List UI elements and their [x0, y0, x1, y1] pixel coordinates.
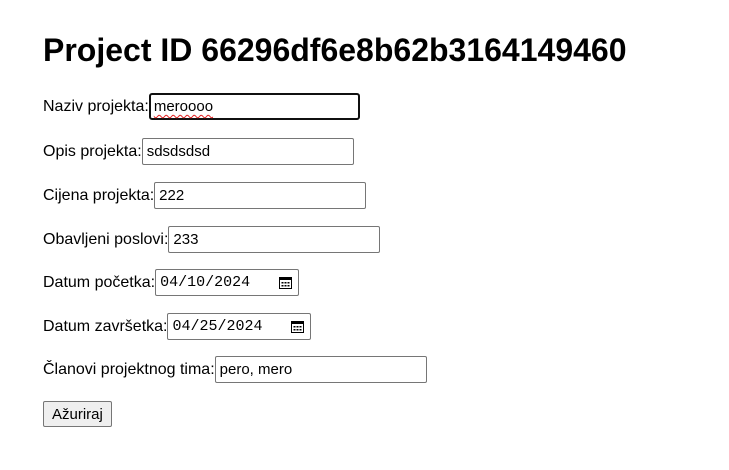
cijena-label: Cijena projekta:: [43, 186, 155, 204]
clanovi-label: Članovi projektnog tima:: [43, 360, 215, 378]
page-title: Project ID 66296df6e8b62b3164149460: [43, 32, 627, 68]
opis-row: Opis projekta: sdsdsdsd: [43, 138, 354, 165]
pocetak-row: Datum početka: 04/10/2024: [43, 269, 300, 296]
zavrsetak-label: Datum završetka:: [43, 317, 168, 335]
calendar-icon[interactable]: [279, 276, 293, 289]
poslovi-row: Obavljeni poslovi: 233: [43, 226, 381, 253]
clanovi-input[interactable]: pero, mero: [214, 356, 427, 383]
poslovi-label: Obavljeni poslovi:: [43, 230, 169, 248]
update-button[interactable]: Ažuriraj: [43, 401, 112, 427]
poslovi-value: 233: [173, 231, 199, 248]
naziv-input[interactable]: meroooo: [148, 93, 360, 120]
cijena-value: 222: [159, 187, 185, 204]
pocetak-value: 04/10/2024: [160, 274, 251, 291]
opis-value: sdsdsdsd: [146, 143, 211, 160]
naziv-label: Naziv projekta:: [43, 97, 149, 115]
naziv-value: meroooo: [153, 98, 214, 115]
opis-label: Opis projekta:: [43, 142, 142, 160]
poslovi-input[interactable]: 233: [168, 226, 381, 253]
opis-input[interactable]: sdsdsdsd: [141, 138, 354, 165]
pocetak-date-input[interactable]: 04/10/2024: [155, 269, 300, 296]
cijena-input[interactable]: 222: [154, 182, 367, 209]
clanovi-row: Članovi projektnog tima: pero, mero: [43, 356, 427, 383]
zavrsetak-date-input[interactable]: 04/25/2024: [167, 313, 312, 340]
cijena-row: Cijena projekta: 222: [43, 182, 367, 209]
clanovi-value: pero, mero: [219, 361, 293, 378]
naziv-row: Naziv projekta: meroooo: [43, 93, 360, 120]
zavrsetak-row: Datum završetka: 04/25/2024: [43, 313, 312, 340]
pocetak-label: Datum početka:: [43, 273, 156, 291]
zavrsetak-value: 04/25/2024: [172, 318, 263, 335]
calendar-icon[interactable]: [291, 320, 305, 333]
